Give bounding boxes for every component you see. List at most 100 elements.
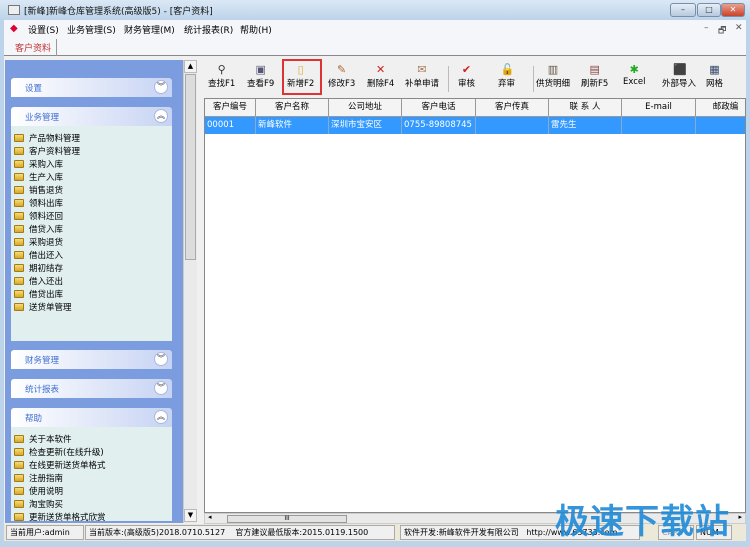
sidebar-item-label: 注册指南	[29, 473, 64, 484]
sidebar-item[interactable]: 借贷出库	[11, 287, 172, 300]
sidebar-item[interactable]: 检查更新(在线升级)	[11, 445, 172, 458]
scroll-left-arrow-icon[interactable]: ◂	[208, 513, 212, 521]
sidebar-item[interactable]: 借出还入	[11, 248, 172, 261]
toolbar-button-label: 查看F9	[247, 79, 275, 89]
sidebar-item-label: 更新送货单格式欣赏	[29, 512, 106, 523]
sidebar-section-header[interactable]: 设置 ︾	[11, 78, 172, 97]
menu-help[interactable]: 帮助(H)	[240, 23, 272, 36]
chevron-up-icon[interactable]: ︽	[154, 109, 168, 123]
scroll-right-arrow-icon[interactable]: ▸	[738, 513, 742, 521]
sidebar-item[interactable]: 期初结存	[11, 261, 172, 274]
sidebar-item[interactable]: 生产入库	[11, 170, 172, 183]
table-cell[interactable]: 雷先生	[549, 117, 622, 134]
toolbar-button-10[interactable]: ▤ 刷新F5	[581, 62, 608, 94]
sidebar-section-header[interactable]: 财务管理 ︾	[11, 350, 172, 369]
sidebar-item[interactable]: 领料还回	[11, 209, 172, 222]
column-header[interactable]: 邮政编	[696, 99, 745, 117]
toolbar-button-6[interactable]: ✉ 补单申请	[405, 62, 439, 94]
status-version: 当前版本:(高级版5)2018.0710.5127 官方建议最低版本:2015.…	[85, 525, 395, 540]
toolbar-button-7[interactable]: ✔ 审核	[458, 62, 475, 94]
sidebar-item[interactable]: 借入还出	[11, 274, 172, 287]
sidebar-item[interactable]: 在线更新送货单格式	[11, 458, 172, 471]
close-button[interactable]: ✕	[721, 3, 745, 17]
unlock-icon: 🔓	[500, 63, 515, 76]
sidebar-item-label: 在线更新送货单格式	[29, 460, 106, 471]
column-header[interactable]: 联 系 人	[549, 99, 622, 117]
toolbar-button-label: 修改F3	[328, 79, 356, 89]
toolbar-button-8[interactable]: 🔓 弃审	[498, 62, 515, 94]
toolbar-separator	[448, 66, 449, 92]
tab-customer-info[interactable]: 客户资料	[10, 39, 58, 56]
sidebar-item[interactable]: 销售退货	[11, 183, 172, 196]
column-header[interactable]: 客户电话	[402, 99, 476, 117]
sidebar-item[interactable]: 送货单管理	[11, 300, 172, 313]
app-icon	[8, 5, 20, 15]
sidebar-item[interactable]: 注册指南	[11, 471, 172, 484]
toolbar-button-9[interactable]: ▥ 供货明细	[536, 62, 570, 94]
toolbar-button-1[interactable]: ⚲ 查找F1	[208, 62, 235, 94]
sidebar-item-label: 领料出库	[29, 198, 64, 209]
toolbar-button-label: 网格	[706, 79, 724, 89]
column-header[interactable]: 公司地址	[329, 99, 402, 117]
table-cell[interactable]	[696, 117, 745, 134]
sidebar-section-header[interactable]: 帮助 ︽	[11, 408, 172, 427]
maximize-button[interactable]: □	[697, 3, 721, 17]
table-cell[interactable]: 0755-89808745	[402, 117, 476, 134]
chevron-down-icon[interactable]: ︾	[154, 352, 168, 366]
sidebar-section-header[interactable]: 统计报表 ︾	[11, 379, 172, 398]
table-cell[interactable]	[476, 117, 549, 134]
scrollbar-thumb[interactable]	[185, 74, 196, 260]
toolbar-button-11[interactable]: ✱ Excel	[623, 62, 646, 94]
toolbar-button-13[interactable]: ▦ 网格	[706, 62, 723, 94]
mdi-close-button[interactable]: ✕	[735, 23, 743, 33]
toolbar-button-4[interactable]: ✎ 修改F3	[328, 62, 355, 94]
sidebar-item[interactable]: 更新送货单格式欣赏	[11, 510, 172, 523]
sidebar-item[interactable]: 采购入库	[11, 157, 172, 170]
table-cell[interactable]	[622, 117, 696, 134]
sidebar-item[interactable]: 产品物料管理	[11, 131, 172, 144]
menu-business[interactable]: 业务管理(S)	[67, 23, 116, 36]
sidebar-item-label: 使用说明	[29, 486, 64, 497]
excel-icon: ✱	[629, 63, 639, 76]
status-user: 当前用户:admin	[6, 525, 84, 540]
chevron-down-icon[interactable]: ︾	[154, 80, 168, 94]
sidebar-item[interactable]: 客户资料管理	[11, 144, 172, 157]
sidebar-item[interactable]: 淘宝购买	[11, 497, 172, 510]
binoculars-icon: ⚲	[217, 63, 226, 76]
folder-icon	[14, 460, 24, 469]
sidebar-item-label: 检查更新(在线升级)	[29, 447, 104, 458]
scroll-up-arrow-icon[interactable]: ▲	[184, 60, 197, 73]
chevron-down-icon[interactable]: ︾	[154, 381, 168, 395]
sidebar-item[interactable]: 领料出库	[11, 196, 172, 209]
sidebar-item[interactable]: 使用说明	[11, 484, 172, 497]
column-header[interactable]: 客户传真	[476, 99, 549, 117]
sidebar-section-header[interactable]: 业务管理 ︽	[11, 107, 172, 126]
scrollbar-thumb[interactable]: III	[227, 515, 347, 523]
toolbar-button-12[interactable]: ⬛ 外部导入	[662, 62, 696, 94]
column-header[interactable]: 客户名称	[256, 99, 329, 117]
sidebar-item[interactable]: 借贷入库	[11, 222, 172, 235]
column-header[interactable]: 客户编号	[205, 99, 256, 117]
table-cell[interactable]: 深圳市宝安区	[329, 117, 402, 134]
table-cell[interactable]: 新峰软件	[256, 117, 329, 134]
sidebar-item[interactable]: 关于本软件	[11, 432, 172, 445]
sidebar-item-label: 客户资料管理	[29, 146, 81, 157]
sidebar-item-label: 淘宝购买	[29, 499, 64, 510]
minimize-button[interactable]: –	[670, 3, 696, 17]
toolbar-button-5[interactable]: ✕ 删除F4	[367, 62, 394, 94]
sidebar-item[interactable]: 采购退货	[11, 235, 172, 248]
menu-finance[interactable]: 财务管理(M)	[124, 23, 175, 36]
section-title: 帮助	[25, 414, 43, 424]
sidebar-item-label: 借出还入	[29, 250, 64, 261]
table-cell[interactable]: 00001	[205, 117, 256, 134]
sidebar-scrollbar[interactable]: ▲ ▼	[183, 60, 197, 523]
sidebar-item-label: 采购退货	[29, 237, 64, 248]
chevron-up-icon[interactable]: ︽	[154, 410, 168, 424]
menu-settings[interactable]: 设置(S)	[28, 23, 59, 36]
column-header[interactable]: E-mail	[622, 99, 696, 117]
scroll-down-arrow-icon[interactable]: ▼	[184, 509, 197, 522]
toolbar-button-2[interactable]: ▣ 查看F9	[247, 62, 274, 94]
mdi-minimize-button[interactable]: –	[704, 23, 709, 33]
folder-icon	[14, 146, 24, 155]
menu-reports[interactable]: 统计报表(R)	[184, 23, 233, 36]
